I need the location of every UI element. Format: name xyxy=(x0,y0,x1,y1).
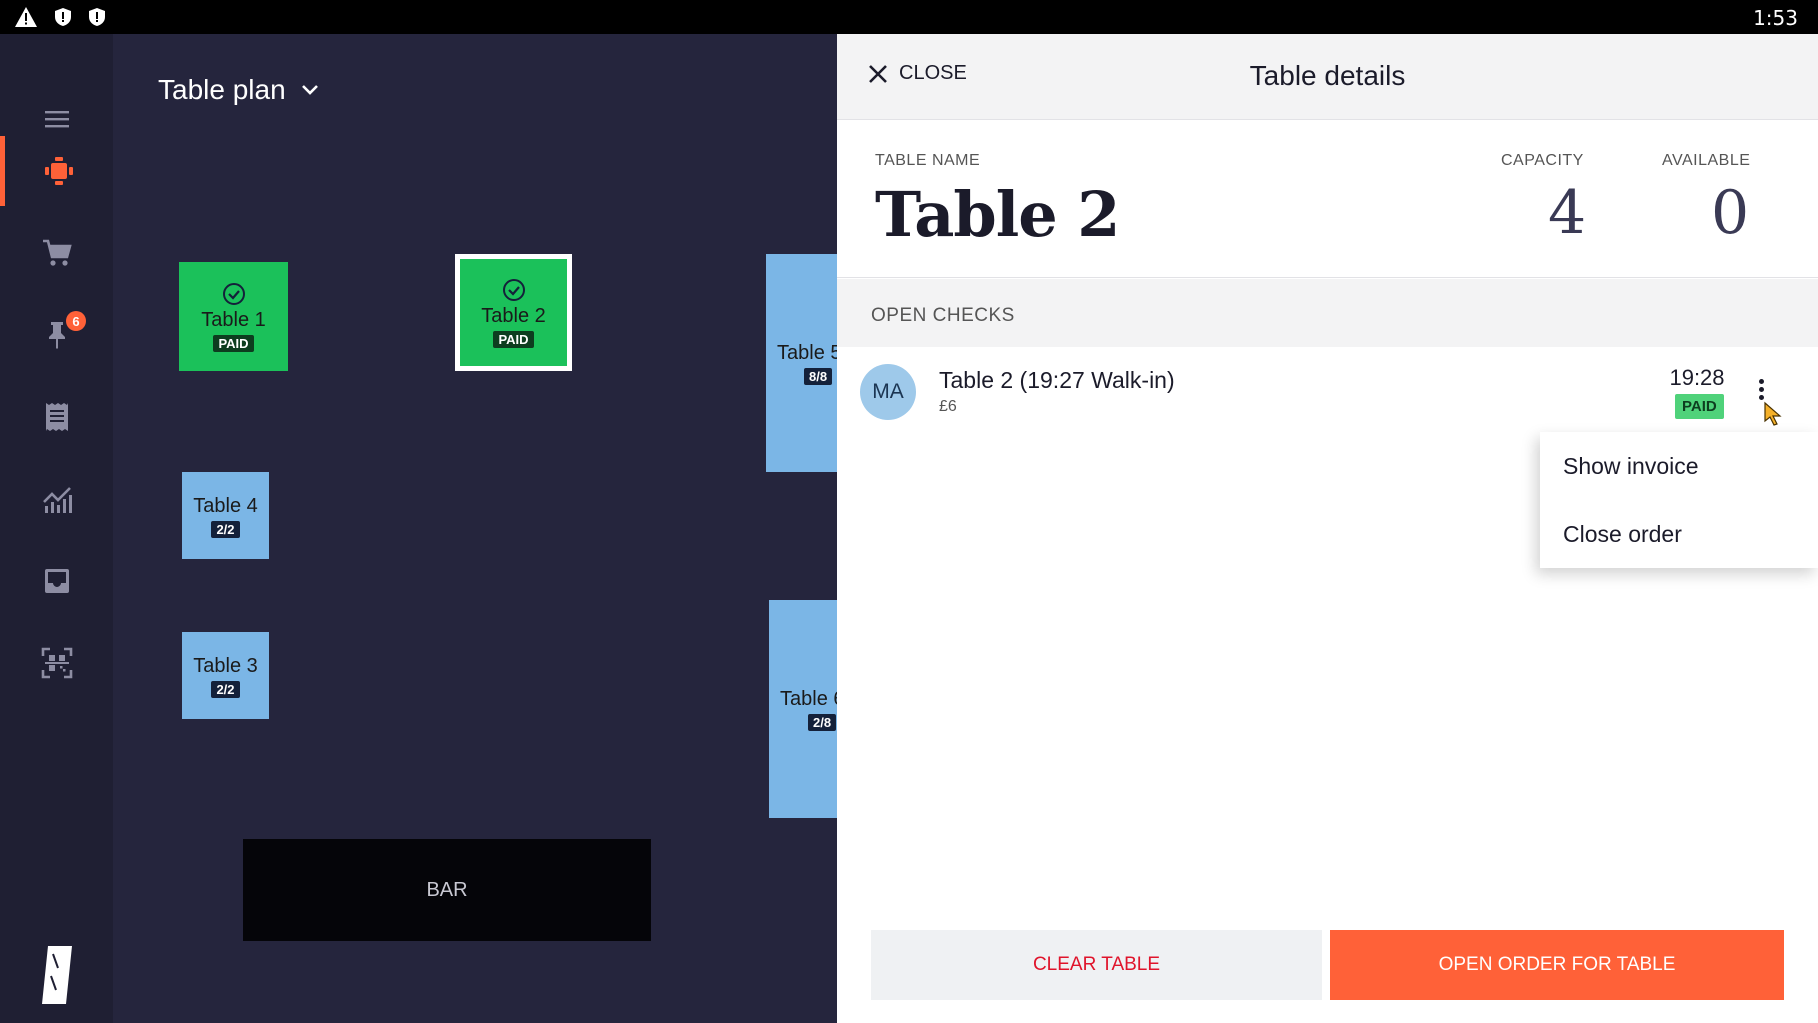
open-order-button[interactable]: OPEN ORDER FOR TABLE xyxy=(1330,930,1784,1000)
rail-item-table-plan[interactable] xyxy=(0,136,113,206)
warning-icon xyxy=(15,7,37,27)
chart-icon xyxy=(42,487,72,513)
table-chairs-icon xyxy=(45,157,73,185)
bar-label: BAR xyxy=(426,878,468,901)
check-circle-icon xyxy=(222,282,245,305)
available-label: AVAILABLE xyxy=(1662,152,1751,169)
shield-icon xyxy=(55,8,71,26)
check-options-menu: Show invoice Close order xyxy=(1540,432,1818,568)
clock: 1:53 xyxy=(1753,6,1798,30)
rail-item-orders[interactable] xyxy=(0,218,113,288)
table-status-tag: 2/2 xyxy=(211,680,240,698)
available-value: 0 xyxy=(1711,178,1750,248)
hamburger-icon xyxy=(44,111,69,128)
receipt-icon xyxy=(45,403,68,431)
status-badge: PAID xyxy=(1675,394,1724,419)
check-name: Table 2 (19:27 Walk-in) xyxy=(939,367,1175,393)
table-status-tag: 2/8 xyxy=(808,714,837,731)
capacity-value: 4 xyxy=(1548,178,1587,248)
check-time: 19:28 xyxy=(1669,365,1725,390)
table-name: Table 5 xyxy=(777,342,842,364)
menu-item-close-order[interactable]: Close order xyxy=(1540,500,1818,568)
check-circle-icon xyxy=(502,278,525,301)
avatar: MA xyxy=(860,364,916,420)
open-checks-header: OPEN CHECKS xyxy=(837,279,1818,347)
table-plan-selector[interactable]: Table plan xyxy=(158,74,320,106)
panel-title: Table details xyxy=(1249,60,1406,91)
rail-item-reports[interactable] xyxy=(0,464,113,534)
notification-badge: 6 xyxy=(66,311,86,331)
side-rail: 6 xyxy=(0,34,113,1023)
rail-item-receipts[interactable] xyxy=(0,382,113,452)
table-2[interactable]: Table 2 PAID xyxy=(455,254,572,371)
bar-area: BAR xyxy=(243,839,651,941)
open-checks-label: OPEN CHECKS xyxy=(871,305,1015,326)
kebab-icon xyxy=(1755,379,1767,400)
qr-scan-icon xyxy=(41,647,72,679)
table-name: Table 6 xyxy=(780,688,845,710)
rail-item-scanner[interactable] xyxy=(0,628,113,698)
table-info: TABLE NAME Table 2 CAPACITY 4 AVAILABLE … xyxy=(837,120,1818,278)
table-4[interactable]: Table 4 2/2 xyxy=(182,472,269,559)
chevron-down-icon xyxy=(301,85,318,95)
table-name: Table 2 xyxy=(481,304,546,327)
table-status-tag: PAID xyxy=(213,334,254,352)
status-bar: 1:53 xyxy=(0,0,1818,34)
table-1[interactable]: Table 1 PAID xyxy=(179,262,288,371)
table-name-label: TABLE NAME xyxy=(875,152,981,169)
table-name: Table 4 xyxy=(193,494,258,517)
table-status-tag: 2/2 xyxy=(211,520,240,538)
brand-logo xyxy=(42,946,72,1004)
table-name: Table 3 xyxy=(193,654,258,677)
rail-item-inbox[interactable] xyxy=(0,546,113,616)
menu-item-show-invoice[interactable]: Show invoice xyxy=(1540,432,1818,500)
check-row[interactable]: MA Table 2 (19:27 Walk-in) £6 19:28 PAID xyxy=(837,347,1818,441)
table-name-value: Table 2 xyxy=(875,178,1120,251)
capacity-label: CAPACITY xyxy=(1501,152,1584,169)
cart-icon xyxy=(42,239,72,266)
cursor-icon xyxy=(1764,401,1782,426)
rail-item-pinned[interactable]: 6 xyxy=(0,300,113,370)
shield-icon xyxy=(89,8,105,26)
table-name: Table 1 xyxy=(201,308,266,331)
inbox-icon xyxy=(44,569,69,593)
panel-header: CLOSE Table details xyxy=(837,34,1818,120)
clear-table-button[interactable]: CLEAR TABLE xyxy=(871,930,1322,1000)
table-status-tag: 8/8 xyxy=(804,368,833,385)
check-amount: £6 xyxy=(939,398,957,415)
table-status-tag: PAID xyxy=(493,330,534,348)
table-3[interactable]: Table 3 2/2 xyxy=(182,632,269,719)
page-title: Table plan xyxy=(158,74,286,105)
